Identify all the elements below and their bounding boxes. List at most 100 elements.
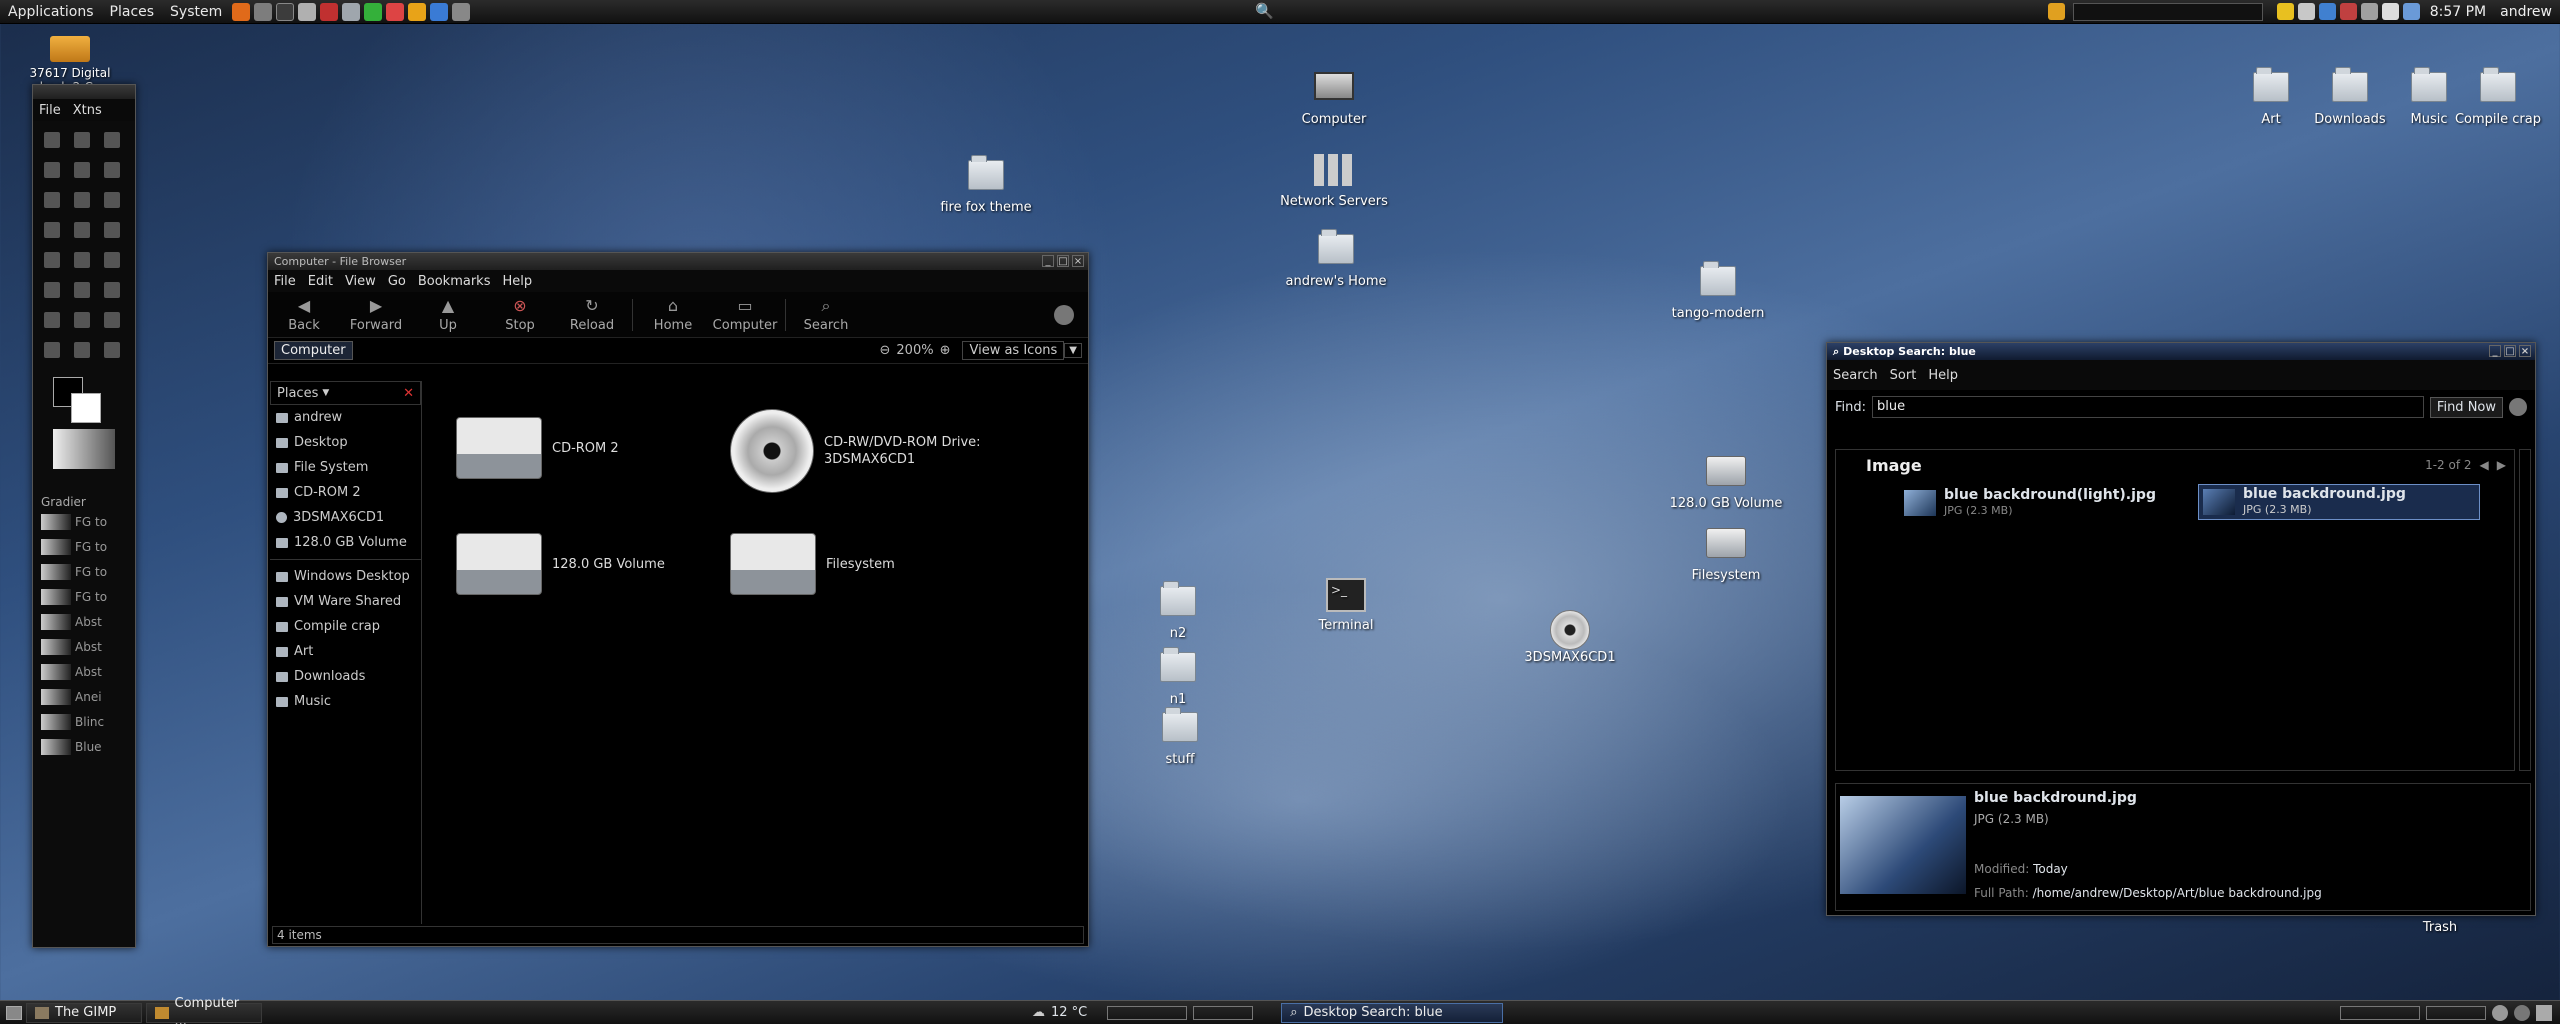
- rect-select-tool-icon[interactable]: [44, 132, 60, 148]
- path-value[interactable]: /home/andrew/Desktop/Art/blue backdround…: [2033, 886, 2322, 900]
- text-editor-launcher-icon[interactable]: [254, 2, 273, 21]
- gradient-row[interactable]: Anei: [33, 684, 135, 709]
- sidebar-item-windows-desktop[interactable]: Windows Desktop: [270, 564, 421, 589]
- close-sidebar-icon[interactable]: ✕: [403, 386, 414, 401]
- notification-icon[interactable]: [2276, 3, 2294, 20]
- desktop-trash[interactable]: Trash: [2370, 920, 2510, 935]
- menu-sort[interactable]: Sort: [1884, 368, 1923, 383]
- menu-help[interactable]: Help: [1922, 368, 1964, 383]
- move-tool-icon[interactable]: [74, 162, 90, 178]
- ellipse-select-tool-icon[interactable]: [74, 132, 90, 148]
- workspace-switcher-1[interactable]: [1107, 1005, 1188, 1020]
- sidebar-item-vmware-shared[interactable]: VM Ware Shared: [270, 589, 421, 614]
- camera-launcher-icon[interactable]: [452, 2, 471, 21]
- places-header[interactable]: Places ▼ ✕: [270, 381, 421, 405]
- shear-tool-icon[interactable]: [104, 222, 120, 238]
- show-desktop-icon[interactable]: [6, 1005, 22, 1020]
- trash-icon[interactable]: [2536, 1004, 2552, 1021]
- desktop-n1[interactable]: n1: [1108, 647, 1248, 707]
- dodge-tool-icon[interactable]: [104, 342, 120, 358]
- sidebar-item-desktop[interactable]: Desktop: [270, 430, 421, 455]
- zoom-out-icon[interactable]: ⊖: [880, 343, 891, 358]
- sidebar-item-file-system[interactable]: File System: [270, 455, 421, 480]
- pencil-tool-icon[interactable]: [104, 282, 120, 298]
- paintbrush-tool-icon[interactable]: [44, 312, 60, 328]
- sidebar-item-art[interactable]: Art: [270, 639, 421, 664]
- find-input[interactable]: blue: [1872, 396, 2424, 418]
- bucket-fill-tool-icon[interactable]: [44, 282, 60, 298]
- gradient-row[interactable]: Blinc: [33, 709, 135, 734]
- menu-go[interactable]: Go: [382, 274, 412, 289]
- weather-applet[interactable]: ☁ 12 °C: [1032, 1005, 1087, 1020]
- media-launcher-icon[interactable]: [320, 2, 339, 21]
- prev-page-icon[interactable]: ◀: [2480, 458, 2489, 472]
- workspace-switcher-2[interactable]: [1193, 1005, 1254, 1020]
- background-color[interactable]: [71, 393, 101, 423]
- result-item[interactable]: blue backdround(light).jpg JPG (2.3 MB): [1904, 488, 2156, 518]
- volume-icon[interactable]: [2381, 3, 2399, 20]
- update-icon[interactable]: [2297, 3, 2315, 20]
- sidebar-item-andrew[interactable]: andrew: [270, 405, 421, 430]
- desktop-network-servers[interactable]: Network Servers: [1264, 154, 1404, 209]
- results-scrollbar[interactable]: [2519, 449, 2531, 771]
- green-launcher-icon[interactable]: [364, 2, 383, 21]
- smudge-tool-icon[interactable]: [74, 342, 90, 358]
- item-filesystem[interactable]: Filesystem: [730, 533, 895, 595]
- search-icon[interactable]: 🔍: [1255, 2, 1274, 20]
- desktop-128gb-volume[interactable]: 128.0 GB Volume: [1656, 456, 1796, 511]
- sidebar-item-volume[interactable]: 128.0 GB Volume: [270, 530, 421, 555]
- gradient-row[interactable]: Blue: [33, 734, 135, 759]
- desktop-fire-fox-theme[interactable]: fire fox theme: [916, 155, 1056, 215]
- sidebar-item-compile-crap[interactable]: Compile crap: [270, 614, 421, 639]
- gradient-row[interactable]: Abst: [33, 634, 135, 659]
- gradient-row[interactable]: FG to: [33, 534, 135, 559]
- desktop-n2[interactable]: n2: [1108, 581, 1248, 641]
- color-picker-tool-icon[interactable]: [74, 192, 90, 208]
- close-icon[interactable]: ×: [1072, 255, 1084, 267]
- desktop-computer[interactable]: Computer: [1264, 72, 1404, 127]
- location-computer-button[interactable]: Computer: [274, 341, 353, 360]
- item-cdrom2[interactable]: CD-ROM 2: [456, 417, 619, 479]
- gimp-color-swatch[interactable]: [33, 369, 135, 429]
- search-applet-icon[interactable]: [2047, 3, 2065, 20]
- perspective-tool-icon[interactable]: [44, 252, 60, 268]
- menu-search[interactable]: Search: [1827, 368, 1884, 383]
- firefox-launcher-icon[interactable]: [232, 2, 251, 21]
- flip-tool-icon[interactable]: [74, 252, 90, 268]
- document-launcher-icon[interactable]: [342, 2, 361, 21]
- paths-tool-icon[interactable]: [44, 192, 60, 208]
- blue-launcher-icon[interactable]: [430, 2, 449, 21]
- applet-icon[interactable]: [2492, 1004, 2508, 1021]
- task-desktop-search[interactable]: ⌕ Desktop Search: blue: [1281, 1002, 1504, 1023]
- panel-search-input[interactable]: [2072, 2, 2263, 21]
- gradient-row[interactable]: FG to: [33, 559, 135, 584]
- sun-launcher-icon[interactable]: [408, 2, 427, 21]
- minimize-icon[interactable]: _: [2489, 345, 2501, 357]
- menu-help[interactable]: Help: [496, 274, 538, 289]
- menu-file[interactable]: File: [268, 274, 302, 289]
- gimp-file-menu[interactable]: File: [33, 103, 67, 118]
- applications-menu[interactable]: Applications: [0, 0, 102, 24]
- view-mode-select[interactable]: View as Icons: [962, 341, 1065, 360]
- maximize-icon[interactable]: □: [1057, 255, 1069, 267]
- chevron-down-icon[interactable]: ▼: [1064, 343, 1082, 358]
- search-button[interactable]: ⌕ Search: [790, 296, 862, 333]
- network-icon[interactable]: [2318, 3, 2336, 20]
- display-icon[interactable]: [2402, 3, 2420, 20]
- applet-icon[interactable]: [2514, 1004, 2530, 1021]
- menu-bookmarks[interactable]: Bookmarks: [412, 274, 497, 289]
- item-dvd-drive[interactable]: CD-RW/DVD-ROM Drive: 3DSMAX6CD1: [730, 409, 981, 493]
- user-menu[interactable]: andrew: [2500, 4, 2552, 20]
- stop-button[interactable]: ⊗ Stop: [484, 296, 556, 333]
- keyboard-icon[interactable]: [2360, 3, 2378, 20]
- clock[interactable]: 8:57 PM: [2430, 4, 2486, 20]
- file-browser-titlebar[interactable]: Computer - File Browser _ □ ×: [268, 253, 1088, 270]
- lasso-tool-icon[interactable]: [104, 132, 120, 148]
- sidebar-item-music[interactable]: Music: [270, 689, 421, 714]
- menu-edit[interactable]: Edit: [302, 274, 339, 289]
- minimize-icon[interactable]: _: [1042, 255, 1054, 267]
- task-file-browser[interactable]: Computer ...: [146, 996, 262, 1024]
- reload-button[interactable]: ↻ Reload: [556, 296, 628, 333]
- find-now-button[interactable]: Find Now: [2429, 396, 2503, 418]
- scale-tool-icon[interactable]: [74, 222, 90, 238]
